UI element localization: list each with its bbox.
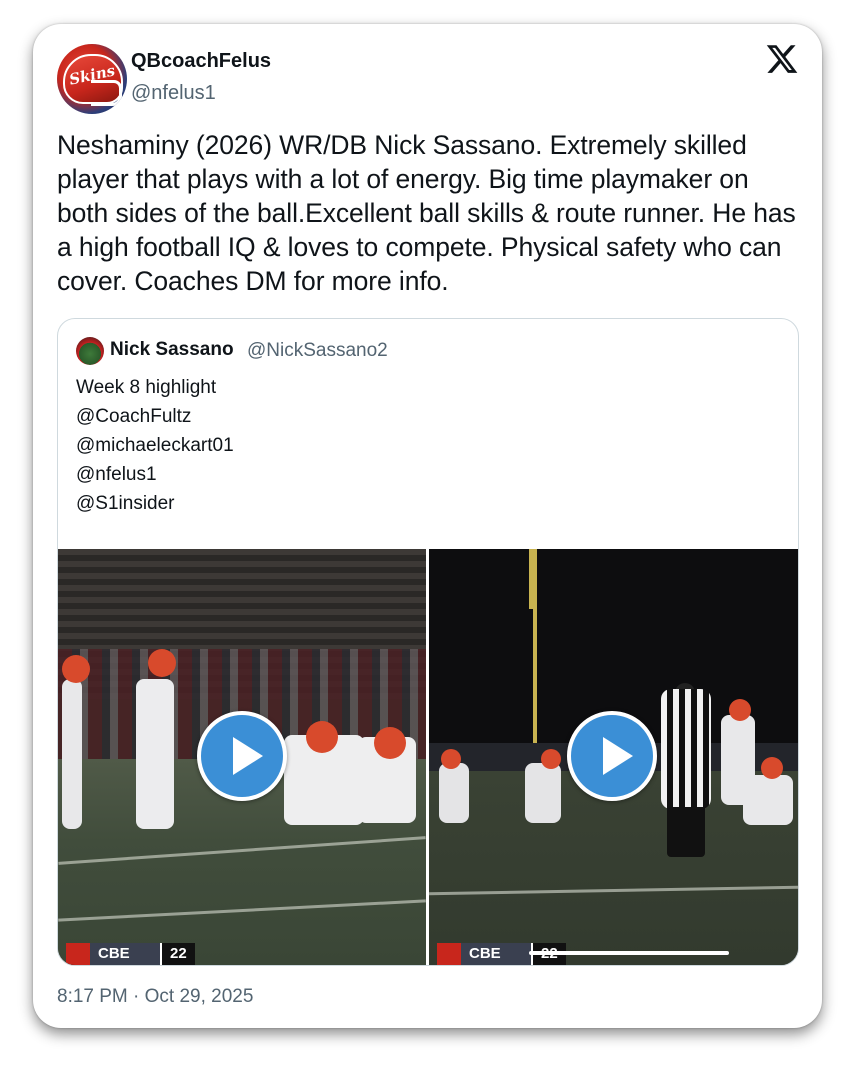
- player-helmet: [306, 721, 338, 753]
- referee-legs: [667, 807, 705, 857]
- team-logo-icon: [437, 943, 461, 965]
- scorebug-score: 22: [160, 943, 195, 965]
- referee: [661, 689, 711, 809]
- video-progress-bar[interactable]: [529, 951, 729, 955]
- quoted-tweet[interactable]: Nick Sassano @NickSassano2 Week 8 highli…: [57, 318, 799, 966]
- tweet-card: Skins QBcoachFelus @nfelus1 Neshaminy (2…: [33, 24, 822, 1028]
- tweet-timestamp[interactable]: 8:17 PM · Oct 29, 2025: [57, 986, 253, 1008]
- player-helmet: [441, 749, 461, 769]
- author-avatar[interactable]: Skins: [57, 44, 127, 114]
- facemask-icon: [91, 80, 122, 106]
- goalpost: [533, 549, 537, 749]
- author-name[interactable]: QBcoachFelus: [131, 50, 271, 73]
- player: [743, 775, 793, 825]
- quoted-mention[interactable]: @nfelus1: [76, 460, 234, 489]
- player: [525, 763, 561, 823]
- player-helmet: [374, 727, 406, 759]
- team-logo-icon: [66, 943, 90, 965]
- media-grid: CBE 22 CBE: [58, 549, 798, 965]
- play-button[interactable]: [567, 711, 657, 801]
- player: [62, 679, 82, 829]
- player-helmet: [62, 655, 90, 683]
- goalpost-arm: [529, 549, 533, 609]
- player-helmet: [761, 757, 783, 779]
- author-handle[interactable]: @nfelus1: [131, 82, 216, 105]
- player-helmet: [729, 699, 751, 721]
- quoted-mention[interactable]: @S1insider: [76, 489, 234, 518]
- player: [439, 763, 469, 823]
- play-button[interactable]: [197, 711, 287, 801]
- quoted-author-avatar[interactable]: [76, 337, 104, 365]
- quoted-tweet-text: Week 8 highlight @CoachFultz @michaeleck…: [76, 373, 234, 518]
- play-icon: [233, 737, 263, 775]
- player-helmet: [148, 649, 176, 677]
- scorebug-team: CBE: [90, 943, 160, 965]
- player-helmet: [541, 749, 561, 769]
- quoted-mention[interactable]: @CoachFultz: [76, 402, 234, 431]
- tweet-text: Neshaminy (2026) WR/DB Nick Sassano. Ext…: [57, 130, 796, 296]
- scorebug: CBE 22: [66, 943, 195, 965]
- play-icon: [603, 737, 633, 775]
- quoted-text-line: Week 8 highlight: [76, 377, 217, 398]
- player: [136, 679, 174, 829]
- quoted-author-name[interactable]: Nick Sassano: [110, 339, 234, 361]
- x-logo-icon[interactable]: [765, 42, 799, 76]
- quoted-mention[interactable]: @michaeleckart01: [76, 431, 234, 460]
- video-thumbnail-right[interactable]: CBE 22: [429, 549, 798, 965]
- scorebug-team: CBE: [461, 943, 531, 965]
- video-thumbnail-left[interactable]: CBE 22: [58, 549, 426, 965]
- quoted-author-handle[interactable]: @NickSassano2: [247, 340, 388, 362]
